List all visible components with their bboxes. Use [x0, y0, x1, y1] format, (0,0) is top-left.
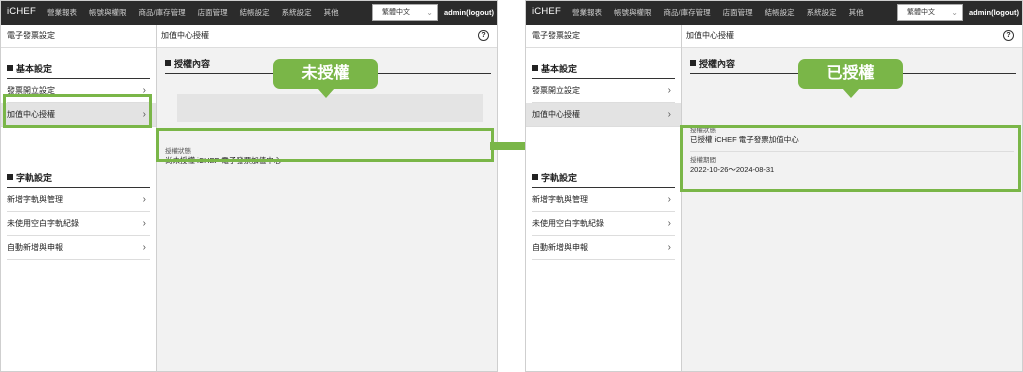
nav-store[interactable]: 店面管理 — [723, 1, 753, 25]
top-nav: 營業報表 帳號與權限 商品/庫存管理 店面管理 結帳設定 系統設定 其他 — [47, 1, 351, 25]
sidebar-item-label: 加值中心授權 — [532, 110, 580, 119]
chevron-right-icon: › — [142, 194, 146, 205]
logo: iCHEF — [532, 6, 561, 17]
nav-products[interactable]: 商品/庫存管理 — [664, 1, 711, 25]
square-icon — [7, 65, 13, 71]
help-icon[interactable]: ? — [478, 30, 489, 41]
chevron-right-icon: › — [667, 194, 671, 205]
nav-reports[interactable]: 營業報表 — [47, 1, 77, 25]
nav-accounts[interactable]: 帳號與權限 — [614, 1, 652, 25]
sidebar-item-add-track[interactable]: 新增字軌與管理 › — [532, 188, 675, 212]
sidebar-item-label: 發票開立設定 — [532, 86, 580, 95]
sidebar-group-basic: 基本設定 — [7, 62, 150, 79]
sidebar-group-basic: 基本設定 — [532, 62, 675, 79]
square-icon — [532, 65, 538, 71]
sidebar-item-auto-add[interactable]: 自動新增與申報 › — [532, 236, 675, 260]
logout-link[interactable]: admin(logout) — [969, 1, 1019, 25]
chevron-right-icon: › — [667, 218, 671, 229]
language-value: 繁體中文 — [382, 9, 410, 16]
square-icon — [165, 60, 171, 66]
sidebar-item-auto-add[interactable]: 自動新增與申報 › — [7, 236, 150, 260]
highlight-status-authorized — [680, 125, 1021, 192]
group-label: 基本設定 — [16, 64, 53, 74]
sidebar-item-unused-track[interactable]: 未使用空白字軌紀錄 › — [7, 212, 150, 236]
callout-tail — [316, 88, 335, 98]
callout-unauthorized: 未授權 — [273, 59, 378, 98]
sidebar-item-authorization[interactable]: 加值中心授權 › — [526, 103, 681, 127]
nav-checkout[interactable]: 結帳設定 — [240, 1, 270, 25]
square-icon — [690, 60, 696, 66]
nav-other[interactable]: 其他 — [849, 1, 864, 25]
sidebar-item-label: 新增字軌與管理 — [7, 195, 63, 204]
nav-reports[interactable]: 營業報表 — [572, 1, 602, 25]
sidebar-item-add-track[interactable]: 新增字軌與管理 › — [7, 188, 150, 212]
sidebar-header: 電子發票設定 — [526, 25, 681, 48]
nav-system[interactable]: 系統設定 — [282, 1, 312, 25]
nav-other[interactable]: 其他 — [324, 1, 339, 25]
square-icon — [532, 174, 538, 180]
group-label: 字軌設定 — [16, 173, 53, 183]
placeholder-box — [177, 94, 483, 122]
top-nav: 營業報表 帳號與權限 商品/庫存管理 店面管理 結帳設定 系統設定 其他 — [572, 1, 876, 25]
square-icon — [7, 174, 13, 180]
sidebar-item-unused-track[interactable]: 未使用空白字軌紀錄 › — [532, 212, 675, 236]
language-select[interactable]: 繁體中文 ⌄ — [897, 4, 963, 21]
help-icon[interactable]: ? — [1003, 30, 1014, 41]
section-label: 授權內容 — [699, 59, 736, 69]
callout-text: 未授權 — [301, 65, 350, 82]
chevron-right-icon: › — [667, 242, 671, 253]
nav-checkout[interactable]: 結帳設定 — [765, 1, 795, 25]
language-value: 繁體中文 — [907, 9, 935, 16]
sidebar-item-label: 自動新增與申報 — [7, 243, 63, 252]
main-header: 加值中心授權 ? — [682, 25, 1022, 48]
sidebar-item-label: 新增字軌與管理 — [532, 195, 588, 204]
nav-products[interactable]: 商品/庫存管理 — [139, 1, 186, 25]
chevron-right-icon: › — [142, 242, 146, 253]
main-header: 加值中心授權 ? — [157, 25, 497, 48]
sidebar-group-track: 字軌設定 — [532, 171, 675, 188]
group-label: 字軌設定 — [541, 173, 578, 183]
sidebar: 電子發票設定 基本設定 發票開立設定 › 加值中心授權 › 字軌設定 新增字軌與管理… — [526, 25, 682, 371]
highlight-status-unauthorized — [156, 128, 494, 162]
nav-accounts[interactable]: 帳號與權限 — [89, 1, 127, 25]
callout-authorized: 已授權 — [798, 59, 903, 98]
chevron-right-icon: › — [667, 109, 671, 120]
sidebar-item-invoice-settings[interactable]: 發票開立設定 › — [532, 79, 675, 103]
page-title: 加值中心授權 — [686, 31, 734, 40]
sidebar-item-label: 未使用空白字軌紀錄 — [532, 219, 604, 228]
callout-text: 已授權 — [826, 65, 875, 82]
top-bar: iCHEF 營業報表 帳號與權限 商品/庫存管理 店面管理 結帳設定 系統設定 … — [1, 1, 497, 25]
language-select[interactable]: 繁體中文 ⌄ — [372, 4, 438, 21]
nav-system[interactable]: 系統設定 — [807, 1, 837, 25]
caret-down-icon: ⌄ — [951, 8, 958, 17]
top-bar: iCHEF 營業報表 帳號與權限 商品/庫存管理 店面管理 結帳設定 系統設定 … — [526, 1, 1022, 25]
sidebar: 電子發票設定 基本設定 發票開立設定 › 加值中心授權 › 字軌設定 新增字軌與管理… — [1, 25, 157, 371]
page-title: 加值中心授權 — [161, 31, 209, 40]
group-label: 基本設定 — [541, 64, 578, 74]
logo: iCHEF — [7, 6, 36, 17]
sidebar-header: 電子發票設定 — [1, 25, 156, 48]
screen-unauthorized: iCHEF 營業報表 帳號與權限 商品/庫存管理 店面管理 結帳設定 系統設定 … — [0, 0, 498, 372]
sidebar-item-label: 未使用空白字軌紀錄 — [7, 219, 79, 228]
chevron-right-icon: › — [142, 218, 146, 229]
section-label: 授權內容 — [174, 59, 211, 69]
caret-down-icon: ⌄ — [426, 8, 433, 17]
callout-tail — [841, 88, 860, 98]
nav-store[interactable]: 店面管理 — [198, 1, 228, 25]
sidebar-group-track: 字軌設定 — [7, 171, 150, 188]
logout-link[interactable]: admin(logout) — [444, 1, 494, 25]
highlight-sidebar-item — [3, 94, 152, 128]
chevron-right-icon: › — [667, 85, 671, 96]
sidebar-item-label: 自動新增與申報 — [532, 243, 588, 252]
